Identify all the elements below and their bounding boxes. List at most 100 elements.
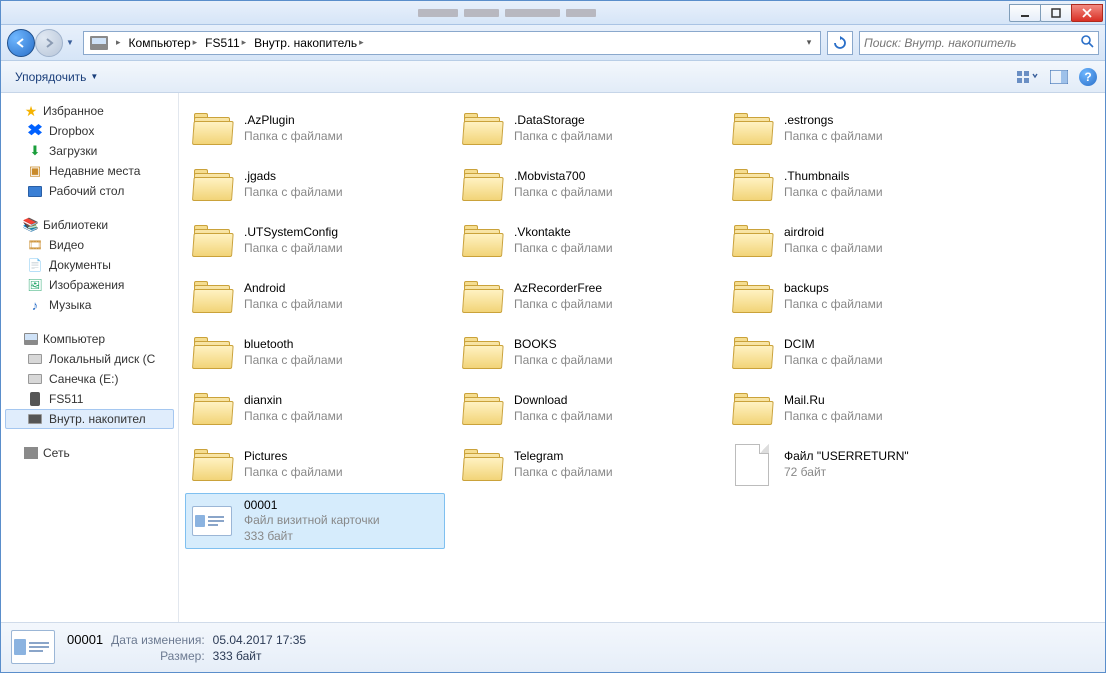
folder-icon xyxy=(730,107,774,151)
file-text: backupsПапка с файлами xyxy=(784,281,883,312)
libraries-label: Библиотеки xyxy=(43,218,108,232)
file-item[interactable]: .AzPluginПапка с файлами xyxy=(185,101,445,157)
file-item[interactable]: AndroidПапка с файлами xyxy=(185,269,445,325)
file-item[interactable]: backupsПапка с файлами xyxy=(725,269,985,325)
sidebar-item-fs511[interactable]: FS511 xyxy=(5,389,174,409)
file-item[interactable]: Mail.RuПапка с файлами xyxy=(725,381,985,437)
sidebar-item-internal-storage[interactable]: Внутр. накопител xyxy=(5,409,174,429)
search-box[interactable] xyxy=(859,31,1099,55)
file-item[interactable]: .UTSystemConfigПапка с файлами xyxy=(185,213,445,269)
view-options-button[interactable] xyxy=(1015,66,1039,88)
file-item[interactable]: bluetoothПапка с файлами xyxy=(185,325,445,381)
address-dropdown[interactable]: ▾ xyxy=(800,37,818,48)
sidebar-item-images[interactable]: 🖼Изображения xyxy=(5,275,174,295)
crumb-computer[interactable]: Компьютер▸ xyxy=(125,32,202,54)
downloads-icon: ⬇ xyxy=(27,143,43,159)
sidebar-item-dropbox[interactable]: Dropbox xyxy=(5,121,174,141)
help-button[interactable]: ? xyxy=(1079,68,1097,86)
organize-menu[interactable]: Упорядочить ▼ xyxy=(9,68,104,86)
sidebar-head-network[interactable]: Сеть xyxy=(5,443,174,463)
crumb-sep-root[interactable]: ▸ xyxy=(112,32,125,54)
navbar: ▼ ▸ Компьютер▸ FS511▸ Внутр. накопитель▸… xyxy=(1,25,1105,61)
file-name: 00001 xyxy=(244,498,380,514)
sidebar-item-documents[interactable]: 📄Документы xyxy=(5,255,174,275)
folder-icon xyxy=(460,107,504,151)
file-item[interactable]: 00001Файл визитной карточки333 байт xyxy=(185,493,445,549)
file-item[interactable]: .ThumbnailsПапка с файлами xyxy=(725,157,985,213)
main-area: ★ Избранное Dropbox ⬇Загрузки ▣Недавние … xyxy=(1,93,1105,622)
file-name: .Thumbnails xyxy=(784,169,883,185)
file-item[interactable]: .jgadsПапка с файлами xyxy=(185,157,445,213)
search-input[interactable] xyxy=(864,36,1080,50)
back-button[interactable] xyxy=(7,29,35,57)
crumb-label: Компьютер xyxy=(129,36,191,50)
computer-icon xyxy=(23,331,39,347)
file-icon xyxy=(730,443,774,487)
file-item[interactable]: Файл "USERRETURN"72 байт xyxy=(725,437,985,493)
file-text: .DataStorageПапка с файлами xyxy=(514,113,613,144)
address-bar[interactable]: ▸ Компьютер▸ FS511▸ Внутр. накопитель▸ ▾ xyxy=(83,31,821,55)
file-item[interactable]: BOOKSПапка с файлами xyxy=(455,325,715,381)
file-list[interactable]: .AzPluginПапка с файлами.jgadsПапка с фа… xyxy=(179,93,1105,622)
network-icon xyxy=(23,445,39,461)
sidebar-group-network: Сеть xyxy=(5,443,174,463)
file-text: .UTSystemConfigПапка с файлами xyxy=(244,225,343,256)
file-name: Android xyxy=(244,281,343,297)
sidebar-item-downloads[interactable]: ⬇Загрузки xyxy=(5,141,174,161)
sidebar-item-desktop[interactable]: Рабочий стол xyxy=(5,181,174,201)
file-item[interactable]: DownloadПапка с файлами xyxy=(455,381,715,437)
folder-icon xyxy=(730,275,774,319)
file-item[interactable]: DCIMПапка с файлами xyxy=(725,325,985,381)
sidebar-item-sanechka[interactable]: Санечка (E:) xyxy=(5,369,174,389)
file-column: .estrongsПапка с файлами.ThumbnailsПапка… xyxy=(725,101,985,549)
maximize-button[interactable] xyxy=(1040,4,1072,22)
file-text: .ThumbnailsПапка с файлами xyxy=(784,169,883,200)
file-text: .Mobvista700Папка с файлами xyxy=(514,169,613,200)
refresh-button[interactable] xyxy=(827,31,853,55)
sidebar-head-favorites[interactable]: ★ Избранное xyxy=(5,101,174,121)
file-name: bluetooth xyxy=(244,337,343,353)
file-text: .estrongsПапка с файлами xyxy=(784,113,883,144)
crumb-label: Внутр. накопитель xyxy=(254,36,357,50)
images-icon: 🖼 xyxy=(27,277,43,293)
sidebar-item-videos[interactable]: 🎞Видео xyxy=(5,235,174,255)
file-item[interactable]: .DataStorageПапка с файлами xyxy=(455,101,715,157)
forward-button[interactable] xyxy=(35,29,63,57)
folder-icon xyxy=(730,387,774,431)
sidebar-head-libraries[interactable]: 📚 Библиотеки xyxy=(5,215,174,235)
file-item[interactable]: AzRecorderFreeПапка с файлами xyxy=(455,269,715,325)
file-item[interactable]: airdroidПапка с файлами xyxy=(725,213,985,269)
file-item[interactable]: dianxinПапка с файлами xyxy=(185,381,445,437)
file-subtitle: Папка с файлами xyxy=(784,129,883,145)
file-name: .jgads xyxy=(244,169,343,185)
preview-pane-button[interactable] xyxy=(1047,66,1071,88)
crumb-fs511[interactable]: FS511▸ xyxy=(201,32,250,54)
close-button[interactable] xyxy=(1071,4,1103,22)
vcard-icon xyxy=(190,499,234,543)
sidebar-group-computer: Компьютер Локальный диск (C Санечка (E:)… xyxy=(5,329,174,429)
history-dropdown[interactable]: ▼ xyxy=(63,29,77,57)
file-item[interactable]: TelegramПапка с файлами xyxy=(455,437,715,493)
explorer-window: ▼ ▸ Компьютер▸ FS511▸ Внутр. накопитель▸… xyxy=(0,0,1106,673)
file-item[interactable]: PicturesПапка с файлами xyxy=(185,437,445,493)
minimize-button[interactable] xyxy=(1009,4,1041,22)
sidebar-item-recent[interactable]: ▣Недавние места xyxy=(5,161,174,181)
file-subtitle: Папка с файлами xyxy=(784,353,883,369)
crumb-internal[interactable]: Внутр. накопитель▸ xyxy=(250,32,367,54)
file-text: TelegramПапка с файлами xyxy=(514,449,613,480)
device-icon xyxy=(90,36,108,50)
file-text: dianxinПапка с файлами xyxy=(244,393,343,424)
sidebar-head-computer[interactable]: Компьютер xyxy=(5,329,174,349)
file-item[interactable]: .estrongsПапка с файлами xyxy=(725,101,985,157)
file-item[interactable]: .Mobvista700Папка с файлами xyxy=(455,157,715,213)
sidebar-item-music[interactable]: ♪Музыка xyxy=(5,295,174,315)
sidebar-item-localdisk[interactable]: Локальный диск (C xyxy=(5,349,174,369)
crumb-label: FS511 xyxy=(205,36,239,50)
file-subtitle: Папка с файлами xyxy=(514,409,613,425)
file-text: DCIMПапка с файлами xyxy=(784,337,883,368)
folder-icon xyxy=(190,387,234,431)
file-subtitle: Папка с файлами xyxy=(784,297,883,313)
sidebar: ★ Избранное Dropbox ⬇Загрузки ▣Недавние … xyxy=(1,93,179,622)
search-icon[interactable] xyxy=(1080,34,1094,51)
file-item[interactable]: .VkontakteПапка с файлами xyxy=(455,213,715,269)
